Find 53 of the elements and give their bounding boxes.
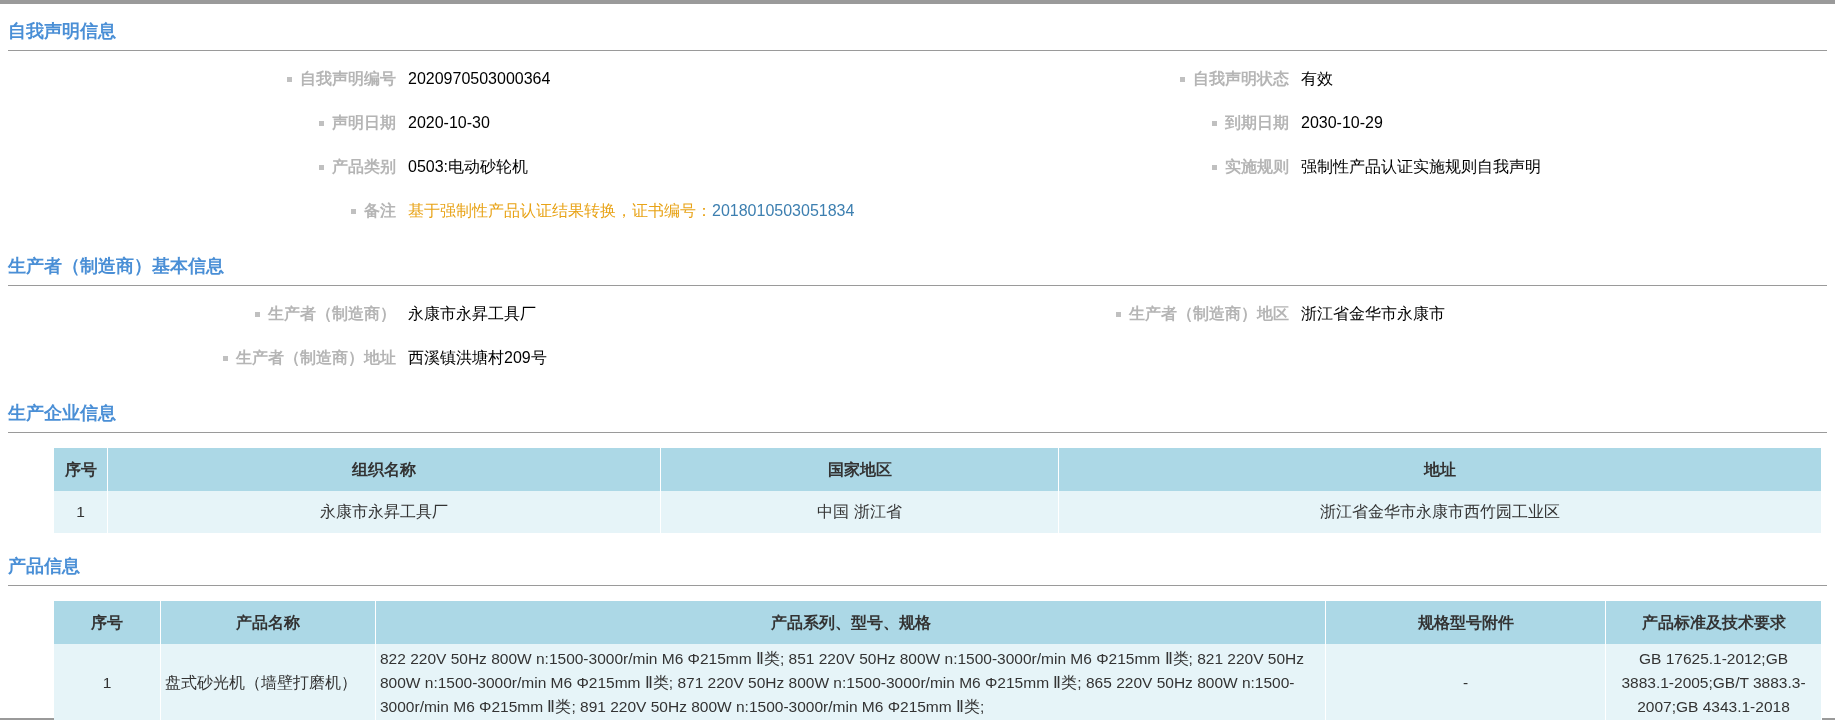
table-cell-text: 中国 浙江省 xyxy=(816,502,903,522)
section-title: 产品信息 xyxy=(8,555,81,578)
field-value: 2020970503000364 xyxy=(408,69,551,89)
column-header: 规格型号附件 xyxy=(1326,601,1606,644)
section-title: 生产企业信息 xyxy=(8,402,117,425)
bullet-icon xyxy=(1180,76,1185,82)
field-label: 产品类别 xyxy=(332,157,396,177)
table-cell-text: 永康市永昇工具厂 xyxy=(319,502,449,522)
field-label: 生产者（制造商）地址 xyxy=(236,348,396,368)
column-header: 产品系列、型号、规格 xyxy=(376,601,1326,644)
field-label: 声明日期 xyxy=(332,113,396,133)
column-header: 序号 xyxy=(54,448,108,491)
field-value: 强制性产品认证实施规则自我声明 xyxy=(1301,157,1541,177)
field-value: 永康市永昇工具厂 xyxy=(408,304,536,324)
certificate-link[interactable]: 2018010503051834 xyxy=(712,199,855,223)
field-value: 有效 xyxy=(1301,69,1333,89)
field-value: 2020-10-30 xyxy=(408,113,490,133)
column-header: 产品标准及技术要求 xyxy=(1606,601,1822,644)
field-label: 自我声明编号 xyxy=(300,69,396,89)
bullet-icon xyxy=(1212,120,1217,126)
section-title: 自我声明信息 xyxy=(8,20,117,43)
table-cell-text: 浙江省金华市永康市西竹园工业区 xyxy=(1319,502,1561,522)
field-value: 0503:电动砂轮机 xyxy=(408,157,529,177)
field-label: 生产者（制造商） xyxy=(268,304,396,324)
bullet-icon xyxy=(287,76,292,82)
field-label: 备注 xyxy=(364,201,396,221)
bullet-icon xyxy=(319,164,324,170)
bullet-icon xyxy=(1212,164,1217,170)
table-cell-text: GB 17625.1-2012;GB 3883.1-2005;GB/T 3883.3-2007;GB 4343.1-2018 xyxy=(1620,649,1807,717)
field-label: 实施规则 xyxy=(1225,157,1289,177)
field-value: 浙江省金华市永康市 xyxy=(1301,304,1445,324)
column-header: 序号 xyxy=(54,601,161,644)
column-header: 产品名称 xyxy=(161,601,376,644)
section-title: 生产者（制造商）基本信息 xyxy=(8,255,225,278)
field-label: 自我声明状态 xyxy=(1193,69,1289,89)
table-cell-text: 盘式砂光机（墙壁打磨机） xyxy=(164,673,358,693)
bullet-icon xyxy=(1116,311,1121,317)
column-header: 地址 xyxy=(1059,448,1822,491)
table-cell-text: 1 xyxy=(101,673,113,693)
field-value: 西溪镇洪塘村209号 xyxy=(408,348,547,368)
table-cell-text: 1 xyxy=(75,502,86,522)
table-cell-text: - xyxy=(1461,673,1470,693)
field-label: 生产者（制造商）地区 xyxy=(1129,304,1289,324)
column-header: 组织名称 xyxy=(108,448,661,491)
column-header: 国家地区 xyxy=(661,448,1059,491)
table-cell-text: 822 220V 50Hz 800W n:1500-3000r/min M6 Φ215mm Ⅱ类; 851 220V 50Hz 800W n:1500-3000r/min M6 Φ215mm Ⅱ类; 821 220V 50Hz 800W n:1500-3000r/min M6 Φ215mm Ⅱ类; 871 220V 50Hz 800W n:1500-3000r/min M6 Φ215mm Ⅱ类; 865 220V 50Hz 800W n:1500-3000r/min M6 Φ215mm Ⅱ类; 891 220V 50Hz 800W n:1500-3000r/min M6 Φ215mm Ⅱ类; xyxy=(379,649,1305,717)
field-value: 2030-10-29 xyxy=(1301,113,1383,133)
bullet-icon xyxy=(223,355,228,361)
note-text: 基于强制性产品认证结果转换，证书编号： xyxy=(408,201,712,221)
bullet-icon xyxy=(319,120,324,126)
field-label: 到期日期 xyxy=(1225,113,1289,133)
bullet-icon xyxy=(255,311,260,317)
bullet-icon xyxy=(351,208,356,214)
